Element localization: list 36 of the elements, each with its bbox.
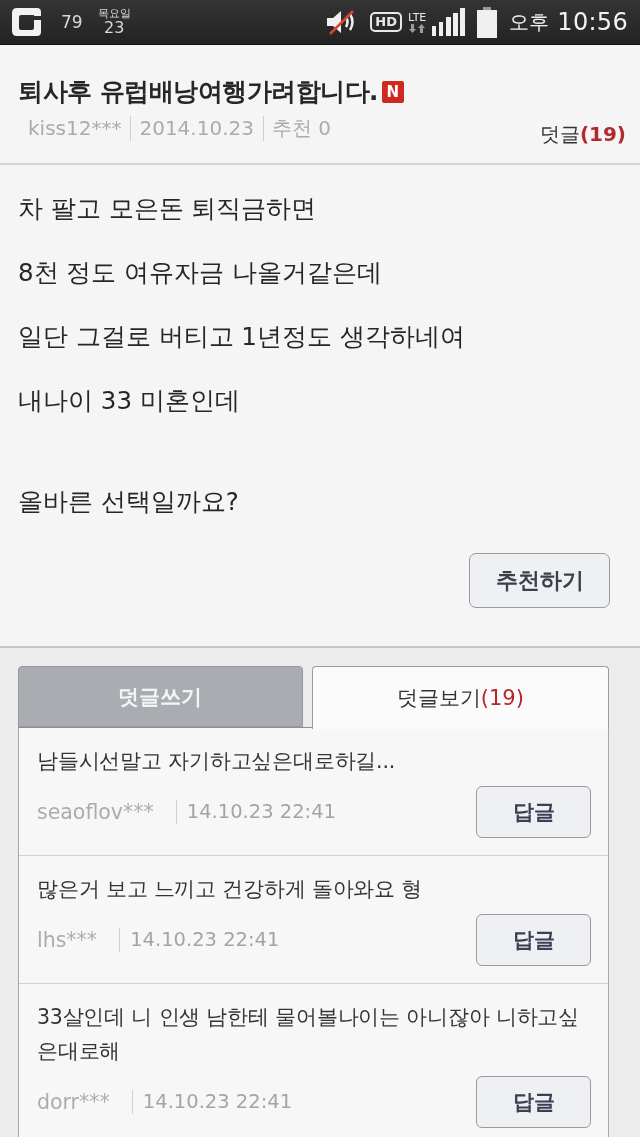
clock: 10:56 <box>557 8 628 36</box>
logo-icon <box>11 7 42 37</box>
reply-button[interactable]: 답글 <box>476 786 591 838</box>
comment-author: lhs*** <box>37 928 98 952</box>
am-pm: 오후 <box>509 8 550 36</box>
day-number: 23 <box>103 20 125 36</box>
reply-button[interactable]: 답글 <box>476 914 591 966</box>
post-date: 2014.10.23 <box>130 116 254 141</box>
post-text-line: 내나이 33 미혼인데 <box>18 385 241 417</box>
post-text-line: 일단 그걸로 버티고 1년정도 생각하네여 <box>18 321 466 353</box>
recommend-button[interactable]: 추천하기 <box>469 553 610 608</box>
network-type: LTE <box>408 11 427 24</box>
post-text-line: 올바른 선택일까요? <box>18 486 240 518</box>
new-badge: N <box>381 81 404 103</box>
comment-time: 14.10.23 22:41 <box>131 1090 293 1114</box>
signal-icon <box>432 8 466 36</box>
comment-text: 남들시선말고 자기하고싶은대로하길... <box>37 748 397 775</box>
comment-time: 14.10.23 22:41 <box>175 800 336 824</box>
post-text-line: 차 팔고 모은돈 퇴직금하면 <box>18 193 318 225</box>
comment-text: 많은거 보고 느끼고 건강하게 돌아와요 형 <box>37 876 424 903</box>
notification-count: 79 <box>61 12 83 32</box>
comment-time: 14.10.23 22:41 <box>119 928 280 952</box>
data-arrows-icon <box>409 23 426 33</box>
hd-indicator: HD <box>370 12 403 32</box>
post-text-line: 8천 정도 여유자금 나올거같은데 <box>18 257 383 289</box>
comment-author: dorr*** <box>37 1090 110 1114</box>
battery-icon <box>477 6 498 38</box>
post-author: kiss12*** <box>28 116 122 141</box>
reply-button[interactable]: 답글 <box>476 1076 591 1128</box>
post-title: 퇴사후 유럽배낭여행가려합니다. <box>18 76 378 108</box>
comment-tab[interactable]: 덧글보기(19) <box>311 666 609 729</box>
comment-count-link[interactable]: 덧글(19) <box>539 121 626 147</box>
recommend-count: 추천 0 <box>262 116 332 141</box>
comment-author: seaoflov*** <box>37 800 154 824</box>
weekday: 목요일 <box>97 8 131 20</box>
comment-text: 33살인데 니 인생 남한테 물어볼나이는 아니잖아 니하고싶은대로해 <box>37 1004 580 1065</box>
